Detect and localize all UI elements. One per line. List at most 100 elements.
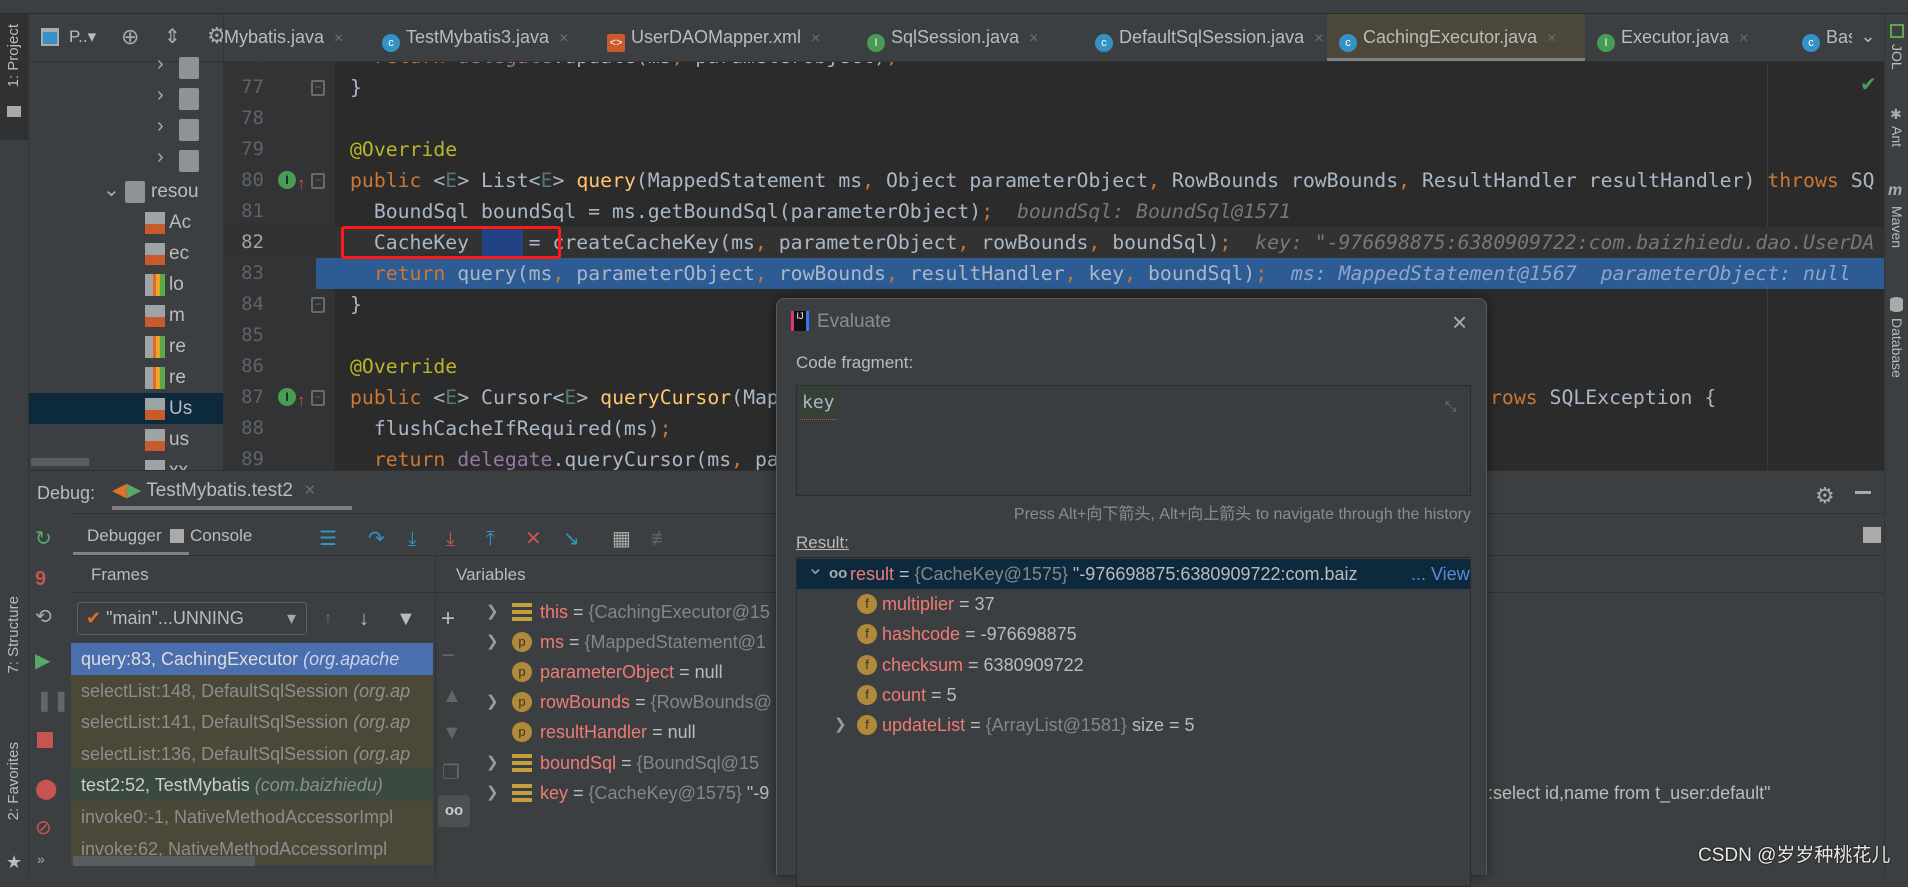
rerun-failed-icon[interactable]: 9 xyxy=(35,569,46,589)
locate-icon[interactable]: ⊕ xyxy=(121,24,139,50)
close-tab-icon[interactable]: × xyxy=(334,30,343,47)
project-view-selector[interactable]: P..▾ xyxy=(69,27,96,47)
pause-icon[interactable]: ❚❚ xyxy=(36,691,70,711)
tree-item[interactable]: › xyxy=(29,145,223,176)
horizontal-scrollbar[interactable] xyxy=(31,458,89,466)
fold-icon[interactable]: − xyxy=(311,80,325,96)
fold-icon[interactable]: − xyxy=(311,297,325,313)
tree-item[interactable]: Ac xyxy=(29,207,223,238)
run-to-cursor-icon[interactable]: ↘ xyxy=(563,529,580,549)
frames-scrollbar[interactable] xyxy=(73,856,255,866)
implements-icon[interactable]: I xyxy=(278,388,296,406)
show-execution-point-icon[interactable]: ☰ xyxy=(319,529,337,549)
move-down-icon[interactable]: ▼ xyxy=(442,723,462,743)
tree-item[interactable]: us xyxy=(29,424,223,455)
tree-item[interactable]: › xyxy=(29,114,223,145)
stop-icon[interactable] xyxy=(37,732,53,748)
structure-tool-button[interactable]: 7: Structure xyxy=(5,596,22,674)
result-field-row[interactable]: f multiplier = 37 xyxy=(797,589,1470,619)
result-field-row[interactable]: f count = 5 xyxy=(797,680,1470,710)
tree-item[interactable]: ec xyxy=(29,238,223,269)
chevron-down-icon[interactable]: ⌄ xyxy=(807,559,824,583)
thread-selector[interactable]: ✔ "main"...UNNING ▾ xyxy=(77,602,307,635)
project-tool-button[interactable]: 1: Project xyxy=(0,14,28,140)
chevron-right-icon[interactable]: › xyxy=(157,84,164,107)
tree-item[interactable]: ⌄ resou xyxy=(29,176,223,207)
debug-session-tab[interactable]: ◀▶ TestMybatis.test2 × xyxy=(112,479,352,510)
add-watch-icon[interactable]: + xyxy=(441,607,455,631)
previous-frame-icon[interactable]: ↑ xyxy=(323,609,333,629)
fold-icon[interactable]: − xyxy=(311,390,325,406)
duplicate-watch-icon[interactable]: ❐ xyxy=(442,763,460,783)
tree-item[interactable]: Us xyxy=(29,393,223,424)
tab-executor-java[interactable]: I Executor.java × xyxy=(1585,14,1790,61)
implements-icon[interactable]: I xyxy=(278,171,296,189)
result-row[interactable]: ⌄ oo result = {CacheKey@1575} "-976698875:… xyxy=(797,559,1470,589)
chevron-right-icon[interactable]: ❯ xyxy=(486,687,499,717)
force-step-into-icon[interactable]: ⤓ xyxy=(446,529,455,549)
tree-item[interactable]: › xyxy=(29,52,223,83)
next-frame-icon[interactable]: ↓ xyxy=(359,609,369,629)
rerun-icon[interactable]: ↻ xyxy=(35,529,52,549)
ant-tool-button[interactable]: Ant xyxy=(1889,126,1905,147)
chevron-right-icon[interactable]: ❯ xyxy=(834,710,847,740)
restore-layout-icon[interactable]: ⟲ xyxy=(35,607,52,627)
more-icon[interactable]: » xyxy=(37,849,45,869)
remove-watch-icon[interactable]: − xyxy=(441,644,455,668)
maven-tool-button[interactable]: Maven xyxy=(1889,206,1905,248)
move-up-icon[interactable]: ▲ xyxy=(442,686,462,706)
tab-sqlsession-java[interactable]: I SqlSession.java × xyxy=(855,14,1083,61)
trace-stream-icon[interactable]: ≢ xyxy=(651,529,671,549)
chevron-right-icon[interactable]: ❯ xyxy=(486,748,499,778)
tree-item[interactable]: re xyxy=(29,362,223,393)
tab-cachingexecutor-java[interactable]: c CachingExecutor.java × xyxy=(1327,14,1585,61)
filter-icon[interactable]: ▼ xyxy=(396,609,416,629)
frame-row[interactable]: selectList:141, DefaultSqlSession (org.a… xyxy=(71,706,433,739)
tab-defaultsqlsession-java[interactable]: c DefaultSqlSession.java × xyxy=(1083,14,1327,61)
chevron-right-icon[interactable]: ❯ xyxy=(486,597,499,627)
tab-mybatis-java[interactable]: Mybatis.java × xyxy=(224,14,370,61)
close-tab-icon[interactable]: × xyxy=(559,30,568,47)
evaluate-expression-icon[interactable]: ▦ xyxy=(612,529,631,549)
tab-bas[interactable]: c Bas xyxy=(1790,14,1857,61)
console-tab[interactable]: Console xyxy=(170,526,252,546)
step-over-icon[interactable]: ↷ xyxy=(368,529,385,549)
tree-item[interactable]: re xyxy=(29,331,223,362)
step-into-icon[interactable]: ⤓ xyxy=(408,529,417,549)
fold-icon[interactable]: − xyxy=(311,173,325,189)
result-field-row[interactable]: f hashcode = -976698875 xyxy=(797,619,1470,649)
close-tab-icon[interactable]: × xyxy=(811,30,820,47)
resume-icon[interactable]: ▶ xyxy=(35,651,50,671)
frame-row[interactable]: test2:52, TestMybatis (com.baizhiedu) xyxy=(71,769,433,802)
layout-settings-icon[interactable] xyxy=(1863,527,1881,543)
gear-icon[interactable]: ⚙ xyxy=(207,23,223,49)
result-field-row[interactable]: f checksum = 6380909722 xyxy=(797,650,1470,680)
chevron-right-icon[interactable]: › xyxy=(157,53,164,76)
close-tab-icon[interactable]: × xyxy=(1739,30,1748,47)
frame-row[interactable]: selectList:136, DefaultSqlSession (org.a… xyxy=(71,737,433,770)
close-tab-icon[interactable]: × xyxy=(1314,30,1323,47)
chevron-right-icon[interactable]: ❯ xyxy=(486,778,499,808)
chevron-right-icon[interactable]: ❯ xyxy=(486,627,499,657)
mute-breakpoints-icon[interactable]: ⊘ xyxy=(35,818,52,838)
tree-item[interactable]: › xyxy=(29,83,223,114)
chevron-down-icon[interactable]: ⌄ xyxy=(103,177,120,202)
step-out-icon[interactable]: ⤒ xyxy=(486,529,495,549)
chevron-right-icon[interactable]: › xyxy=(157,115,164,138)
code-fragment-input[interactable]: key ⤡ xyxy=(796,385,1471,496)
database-tool-button[interactable]: Database xyxy=(1889,318,1905,378)
show-watches-icon[interactable]: oo xyxy=(438,795,470,827)
tabs-overflow-chevron-icon[interactable]: ⌄ xyxy=(1852,26,1884,60)
frame-row[interactable]: selectList:148, DefaultSqlSession (org.a… xyxy=(71,674,433,707)
tree-item[interactable]: lo xyxy=(29,269,223,300)
collapse-all-icon[interactable]: ⇕ xyxy=(164,24,181,49)
close-tab-icon[interactable]: × xyxy=(1029,30,1038,47)
close-tab-icon[interactable]: × xyxy=(1547,30,1556,47)
view-link[interactable]: ... View xyxy=(1411,559,1470,589)
frame-row[interactable]: invoke0:-1, NativeMethodAccessorImpl xyxy=(71,801,433,833)
favorites-tool-button[interactable]: 2: Favorites xyxy=(5,742,22,820)
minimize-icon[interactable] xyxy=(1855,491,1871,494)
collapse-editor-icon[interactable]: ⤡ xyxy=(1445,398,1456,415)
tree-item[interactable]: m xyxy=(29,300,223,331)
jol-tool-button[interactable]: JOL xyxy=(1889,44,1905,70)
